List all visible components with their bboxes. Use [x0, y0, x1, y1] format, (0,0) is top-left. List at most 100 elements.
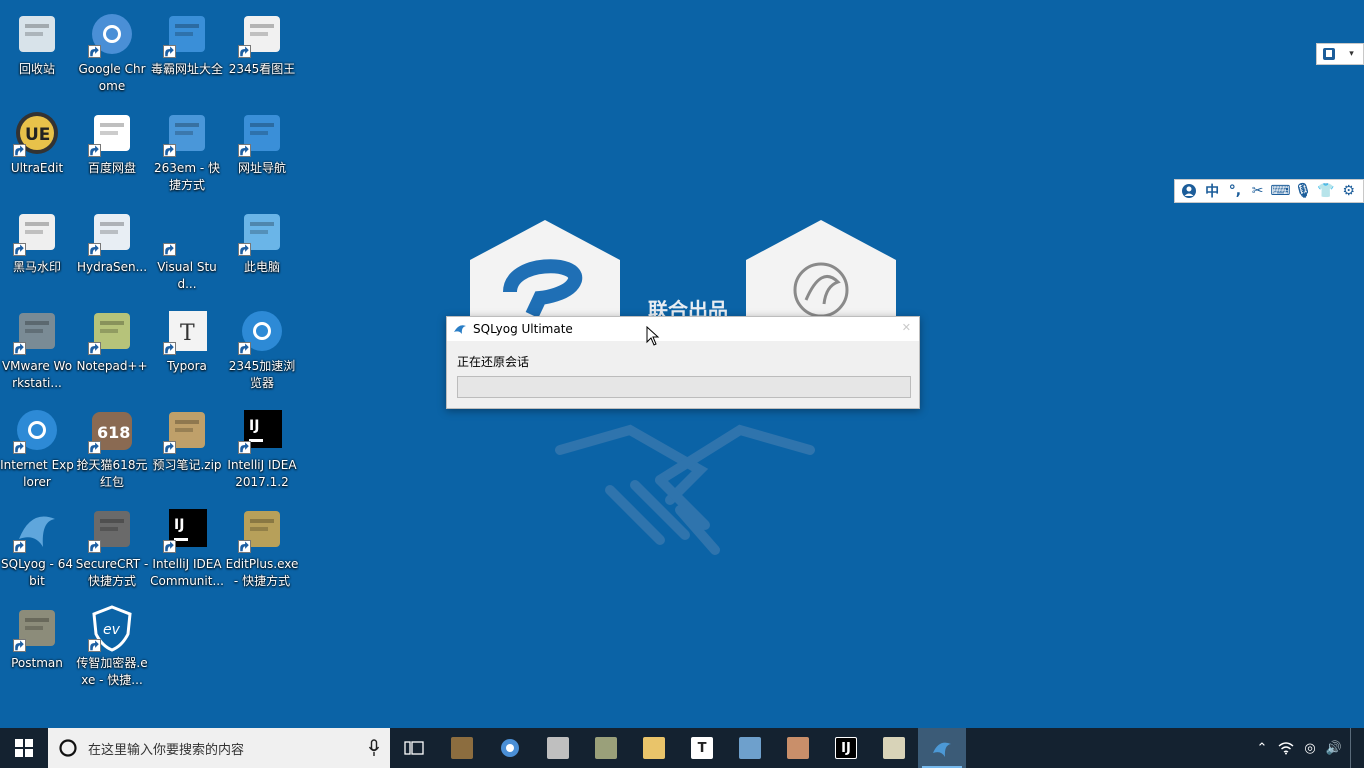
edge-icon [547, 737, 569, 759]
desktop-icon[interactable]: Google Chrome [75, 4, 149, 95]
taskbar-winrar-button[interactable] [438, 728, 486, 768]
restore-progress-bar [457, 376, 911, 398]
microphone-icon[interactable] [368, 739, 380, 757]
show-desktop-button[interactable] [1350, 728, 1356, 768]
typora-label: T [697, 740, 707, 756]
typora-icon: T [691, 737, 713, 759]
internet-explorer-icon [13, 406, 61, 454]
recycle-bin-icon [13, 10, 61, 58]
desktop-icon-label: VMware Workstati... [1, 359, 73, 390]
desktop-icon[interactable]: UE UltraEdit [0, 103, 74, 177]
desktop-icon[interactable]: Internet Explorer [0, 400, 74, 491]
dropdown-icon[interactable]: ▾ [1342, 44, 1362, 64]
svg-text:T: T [180, 321, 195, 346]
scissors-icon[interactable]: ✂ [1248, 181, 1268, 201]
ime-mini-toolbar[interactable]: ▾ [1316, 43, 1364, 65]
desktop-icon[interactable]: 网址导航 [225, 103, 299, 177]
shortcut-arrow-icon [163, 441, 176, 454]
desktop-icon[interactable]: 2345看图王 [225, 4, 299, 78]
wifi-icon[interactable] [1274, 741, 1298, 755]
winrar-icon [451, 737, 473, 759]
taskbar-sqlyog-button[interactable] [918, 728, 966, 768]
keyboard-icon[interactable]: ⌨ [1270, 181, 1290, 201]
desktop-icon[interactable]: Postman [0, 598, 74, 672]
taskbar-task-view-button[interactable] [390, 728, 438, 768]
microphone-icon[interactable]: 🎙 [1293, 181, 1313, 201]
desktop-icon[interactable]: EditPlus.exe - 快捷方式 [225, 499, 299, 590]
start-button[interactable] [0, 728, 48, 768]
desktop-icon[interactable]: VMware Workstati... [0, 301, 74, 392]
desktop-icon-label: Notepad++ [76, 359, 148, 373]
intellij-icon: IJ [835, 737, 857, 759]
taskbar-edge-button[interactable] [534, 728, 582, 768]
chevron-up-icon[interactable]: ⌃ [1250, 741, 1274, 756]
shortcut-arrow-icon [88, 45, 101, 58]
punctuation-icon[interactable]: °, [1225, 181, 1245, 201]
desktop-icon[interactable]: 回收站 [0, 4, 74, 78]
shortcut-arrow-icon [13, 540, 26, 553]
desktop-icon[interactable]: 263em - 快捷方式 [150, 103, 224, 194]
desktop-icon[interactable]: HydraSen... [75, 202, 149, 276]
desktop-icon-label: 2345看图王 [228, 62, 296, 76]
shortcut-arrow-icon [13, 144, 26, 157]
taskbar-notepad-button[interactable] [582, 728, 630, 768]
taskbar-typora-button[interactable]: T [678, 728, 726, 768]
shortcut-arrow-icon [163, 243, 176, 256]
cortana-icon [59, 739, 77, 757]
desktop-icon[interactable]: 618 抢天猫618元红包 [75, 400, 149, 491]
taskbar-vmware-button[interactable] [726, 728, 774, 768]
close-icon[interactable]: ✕ [902, 321, 911, 334]
taskbar-chrome-button[interactable] [486, 728, 534, 768]
desktop-icon[interactable]: 预习笔记.zip [150, 400, 224, 474]
intellij-label: IJ [841, 740, 851, 756]
speaker-icon[interactable]: 🔊 [1322, 741, 1346, 756]
system-tray: ⌃ ◎ 🔊 [1250, 728, 1364, 768]
shortcut-arrow-icon [13, 342, 26, 355]
desktop-icon-label: Google Chrome [78, 62, 146, 93]
visual-studio-icon [163, 208, 211, 256]
shortcut-arrow-icon [13, 243, 26, 256]
desktop-icon[interactable]: SQLyog - 64 bit [0, 499, 74, 590]
desktop-icon[interactable]: 此电脑 [225, 202, 299, 276]
shortcut-arrow-icon [238, 243, 251, 256]
dialog-message: 正在还原会话 [457, 355, 530, 369]
user-icon[interactable] [1179, 181, 1199, 201]
ie-style-icon [163, 10, 211, 58]
network-globe-icon[interactable]: ◎ [1298, 741, 1322, 756]
intellij-icon: IJ [163, 505, 211, 553]
taskbar-file-explorer-button[interactable] [630, 728, 678, 768]
shirt-icon[interactable]: 👕 [1316, 181, 1336, 201]
desktop-icon-label: Postman [11, 656, 63, 670]
taskbar-editplus-button[interactable] [870, 728, 918, 768]
user-icon[interactable] [1319, 44, 1339, 64]
zip-archive-icon [163, 406, 211, 454]
mouse-cursor-icon [646, 326, 660, 346]
shortcut-arrow-icon [163, 540, 176, 553]
shortcut-arrow-icon [88, 144, 101, 157]
desktop-icon[interactable]: 黑马水印 [0, 202, 74, 276]
desktop-icon[interactable]: 2345加速浏览器 [225, 301, 299, 392]
desktop-icon-label: EditPlus.exe - 快捷方式 [225, 557, 299, 588]
vmware-icon [739, 737, 761, 759]
desktop-icon[interactable]: IJ IntelliJ IDEA 2017.1.2 x... [225, 400, 299, 491]
svg-text:618: 618 [97, 423, 130, 442]
desktop-icon[interactable]: T Typora [150, 301, 224, 375]
desktop-icon[interactable]: Notepad++ [75, 301, 149, 375]
desktop-icon-label: IntelliJ IDEA 2017.1.2 x... [227, 458, 297, 489]
image-viewer-icon [238, 10, 286, 58]
dialog-titlebar[interactable]: SQLyog Ultimate [447, 317, 919, 341]
desktop-icon[interactable]: Visual Stud... [150, 202, 224, 293]
desktop-icon[interactable]: IJ IntelliJ IDEA Communit... [150, 499, 224, 590]
desktop-icon[interactable]: 百度网盘 [75, 103, 149, 177]
desktop-icon[interactable]: SecureCRT - 快捷方式 [75, 499, 149, 590]
shortcut-arrow-icon [238, 441, 251, 454]
taskbar-image-viewer-button[interactable] [774, 728, 822, 768]
editplus-icon [883, 737, 905, 759]
file-explorer-icon [643, 737, 665, 759]
desktop-icon[interactable]: 毒霸网址大全 [150, 4, 224, 78]
input-mode-toggle[interactable]: 中 [1202, 181, 1222, 201]
desktop-icon[interactable]: ev 传智加密器.exe - 快捷... [75, 598, 149, 689]
gear-icon[interactable]: ⚙ [1339, 181, 1359, 201]
taskbar-search-box[interactable]: 在这里输入你要搜索的内容 [48, 728, 390, 768]
taskbar-intellij-button[interactable]: IJ [822, 728, 870, 768]
